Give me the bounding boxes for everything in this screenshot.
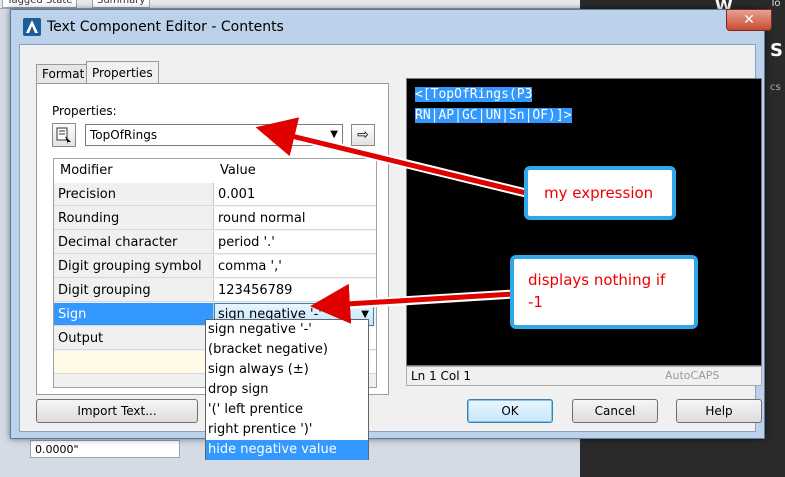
background-small-text: To — [770, 0, 781, 9]
expression-line: <[TopOfRings(P3 — [415, 87, 533, 102]
sign-option-highlighted[interactable]: hide negative value — [206, 440, 368, 460]
modifier-cell: Output — [54, 327, 214, 350]
header-modifier: Modifier — [60, 163, 113, 178]
modifier-cell: Rounding — [54, 207, 214, 230]
background-tab[interactable]: Summary — [92, 0, 151, 8]
editor-status-bar: Ln 1 Col 1 AutoCAPS — [406, 366, 762, 386]
value-cell[interactable]: period '.' — [214, 231, 376, 254]
sign-option[interactable]: right prentice ')' — [206, 420, 368, 440]
new-row-cell[interactable] — [54, 351, 214, 374]
expression-line: RN|AP|GC|UN|Sn|OF)]> — [415, 108, 572, 123]
value-cell[interactable]: round normal — [214, 207, 376, 230]
header-value: Value — [220, 163, 256, 178]
sign-option[interactable]: '(' left prentice — [206, 400, 368, 420]
background-letter: S — [770, 40, 783, 61]
sign-option[interactable]: (bracket negative) — [206, 340, 368, 360]
autocad-app-icon — [23, 18, 41, 36]
import-text-button[interactable]: Import Text... — [36, 399, 198, 423]
modifier-cell: Decimal character — [54, 231, 214, 254]
property-select-value: TopOfRings — [90, 128, 158, 142]
annotation-callout-expression: my expression — [524, 166, 676, 220]
dialog-client-area: Format Properties Properties: TopOfRings… — [19, 44, 762, 432]
callout-text: displays nothing if — [528, 271, 666, 289]
modifier-cell: Sign — [54, 303, 214, 326]
modifier-cell: Precision — [54, 183, 214, 206]
arrow-right-icon: ⇨ — [357, 127, 369, 143]
grid-row[interactable]: Digit grouping symbol comma ',' — [54, 255, 376, 279]
grid-row[interactable]: Precision 0.001 — [54, 183, 376, 207]
chevron-down-icon: ▼ — [330, 129, 338, 140]
pick-icon — [56, 127, 71, 144]
tab-properties[interactable]: Properties — [86, 61, 159, 83]
insert-property-button[interactable]: ⇨ — [351, 124, 375, 146]
status-brand: AutoCAPS — [665, 369, 720, 382]
callout-text: -1 — [528, 293, 543, 311]
tab-format[interactable]: Format — [36, 64, 91, 83]
background-tab[interactable]: Tagged State — [2, 0, 78, 8]
text-component-editor-dialog: Text Component Editor - Contents ✕ Forma… — [10, 9, 772, 439]
grid-row[interactable]: Rounding round normal — [54, 207, 376, 231]
close-button[interactable]: ✕ — [726, 9, 772, 31]
select-property-button[interactable] — [52, 123, 76, 147]
background-field[interactable]: 0.0000" — [30, 440, 180, 458]
sign-dropdown-list: sign negative '-' (bracket negative) sig… — [205, 319, 369, 460]
background-small-text: cs — [770, 82, 781, 93]
ok-button[interactable]: OK — [467, 399, 553, 423]
grid-row[interactable]: Decimal character period '.' — [54, 231, 376, 255]
value-cell[interactable]: comma ',' — [214, 255, 376, 278]
sign-option[interactable]: sign always (±) — [206, 360, 368, 380]
properties-label: Properties: — [52, 104, 117, 118]
value-cell[interactable]: 0.001 — [214, 183, 376, 206]
sign-option[interactable]: drop sign — [206, 380, 368, 400]
grid-row[interactable]: Digit grouping 123456789 — [54, 279, 376, 303]
sign-option[interactable]: sign negative '-' — [206, 320, 368, 340]
help-button[interactable]: Help — [676, 399, 762, 423]
modifier-cell: Digit grouping symbol — [54, 255, 214, 278]
property-select[interactable]: TopOfRings ▼ — [85, 124, 343, 146]
cursor-position: Ln 1 Col 1 — [411, 369, 472, 383]
title-bar[interactable]: Text Component Editor - Contents ✕ — [11, 9, 772, 44]
background-tab-strip: Tagged State Summary — [0, 0, 580, 9]
cancel-button[interactable]: Cancel — [572, 399, 658, 423]
value-cell[interactable]: 123456789 — [214, 279, 376, 302]
dialog-title: Text Component Editor - Contents — [47, 19, 284, 35]
modifier-cell: Digit grouping — [54, 279, 214, 302]
callout-text: my expression — [544, 184, 654, 202]
expression-text[interactable]: <[TopOfRings(P3 RN|AP|GC|UN|Sn|OF)]> — [415, 84, 615, 126]
grid-header: Modifier Value — [54, 159, 376, 184]
annotation-callout-sign: displays nothing if -1 — [510, 255, 698, 329]
